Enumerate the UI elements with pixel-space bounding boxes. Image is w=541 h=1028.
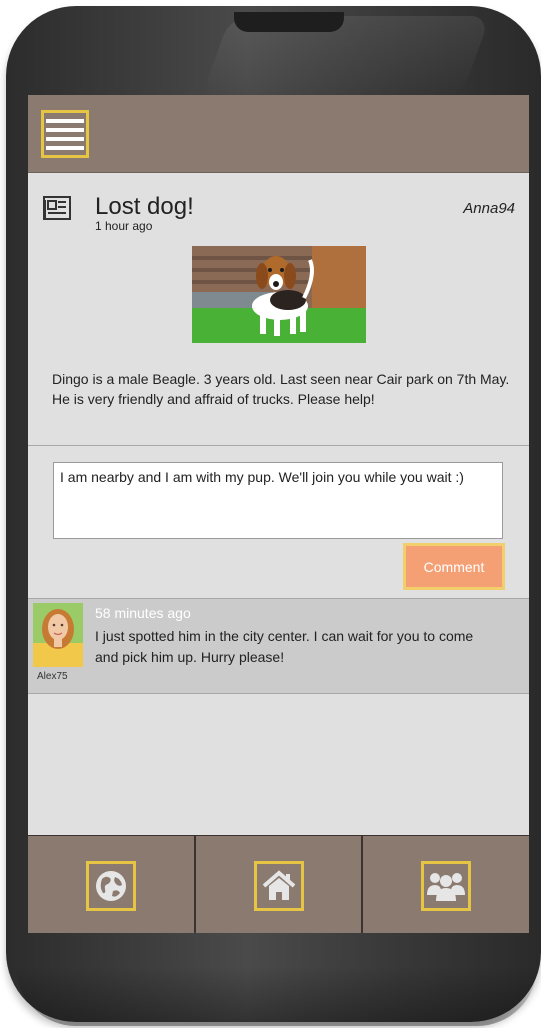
nav-home[interactable]: [196, 836, 364, 933]
nav-people-box: [421, 861, 472, 911]
newspaper-icon: [43, 196, 71, 220]
menu-button[interactable]: [41, 110, 89, 158]
comment-input[interactable]: [53, 462, 503, 539]
phone-bottom-rim: [16, 966, 537, 1026]
avatar[interactable]: [33, 603, 83, 667]
post-title: Lost dog!: [95, 193, 194, 220]
dog-photo: [192, 246, 366, 343]
post-author[interactable]: Anna94: [463, 200, 515, 217]
comment-text: I just spotted him in the city center. I…: [95, 628, 474, 665]
phone-speaker: [234, 12, 344, 32]
top-bar: [28, 95, 529, 173]
comment-time: 58 minutes ago: [95, 605, 191, 621]
comment-item: Alex75 58 minutes ago I just spotted him…: [28, 598, 529, 694]
hamburger-menu-icon: [46, 118, 84, 123]
nav-explore[interactable]: [28, 836, 196, 933]
comment-button[interactable]: Comment: [403, 543, 505, 590]
hamburger-line: [46, 136, 84, 141]
people-icon: [427, 873, 466, 901]
nav-explore-box: [85, 861, 136, 911]
post-body: Dingo is a male Beagle. 3 years old. Las…: [52, 371, 510, 407]
nav-home-box: [253, 861, 304, 911]
hamburger-line: [46, 145, 84, 150]
globe-icon: [95, 871, 126, 901]
home-icon: [262, 870, 295, 900]
comment-user[interactable]: Alex75: [37, 671, 68, 682]
post-time: 1 hour ago: [95, 219, 153, 233]
app-screen: Lost dog! 1 hour ago Anna94 Dingo is a m…: [28, 95, 529, 933]
post: Lost dog! 1 hour ago Anna94 Dingo is a m…: [28, 174, 529, 446]
nav-people[interactable]: [363, 836, 529, 933]
hamburger-line: [46, 127, 84, 132]
bottom-nav: [28, 835, 529, 933]
